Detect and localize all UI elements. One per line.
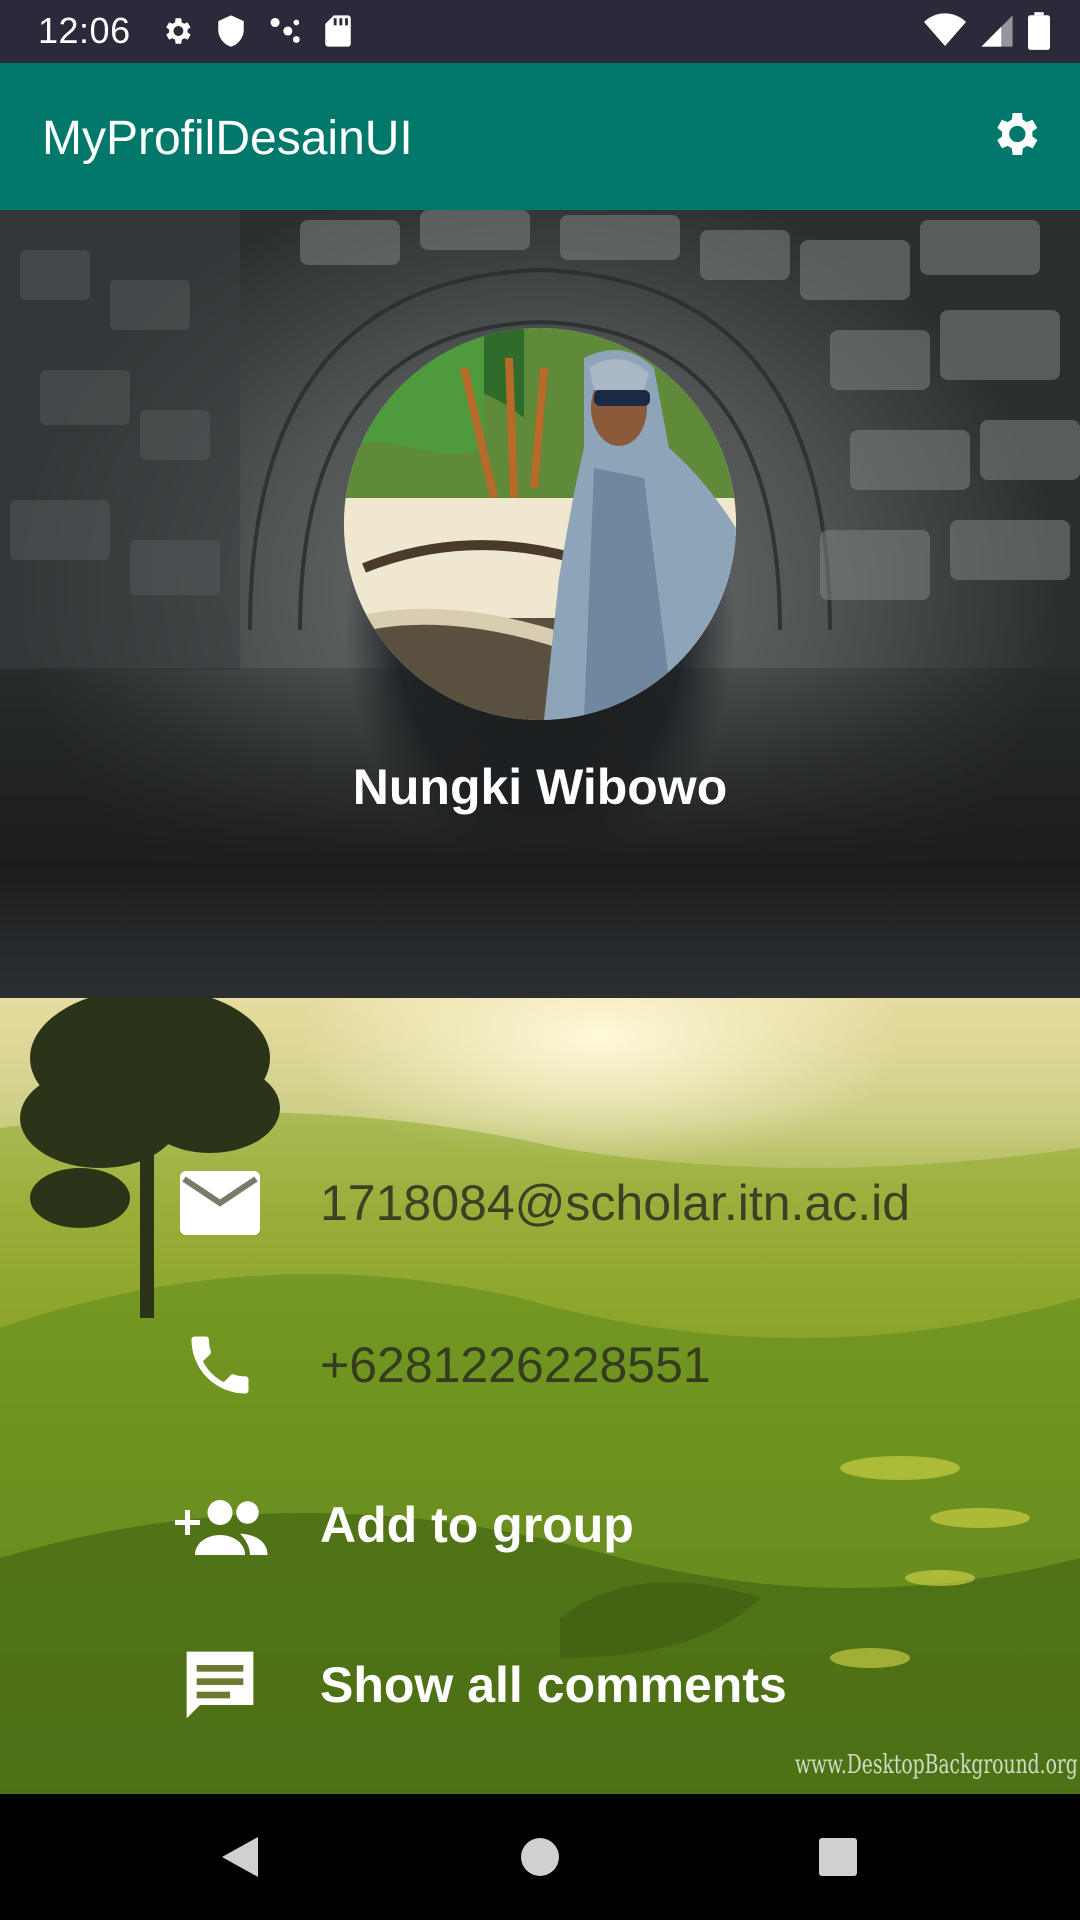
comment-icon [170, 1635, 270, 1735]
status-icons-right [924, 12, 1050, 55]
home-icon [520, 1837, 560, 1882]
show-comments-row[interactable]: Show all comments [170, 1630, 1050, 1740]
shield-icon [216, 14, 246, 53]
profile-name: Nungki Wibowo [352, 759, 728, 815]
wifi-icon [924, 13, 966, 54]
profile-details: 1718084@scholar.itn.ac.id +6281226228551… [0, 998, 1080, 1794]
app-title: MyProfilDesainUI [42, 112, 413, 165]
show-comments-label: Show all comments [320, 1657, 787, 1713]
recents-button[interactable] [803, 1824, 873, 1894]
app-bar: MyProfilDesainUI [0, 63, 1080, 210]
status-icons-left [160, 14, 352, 53]
recents-icon [818, 1837, 858, 1882]
settings-icon [987, 106, 1043, 167]
sd-card-icon [324, 14, 352, 53]
email-row[interactable]: 1718084@scholar.itn.ac.id [170, 1148, 1050, 1258]
phone-icon [170, 1315, 270, 1415]
add-to-group-row[interactable]: Add to group [170, 1470, 1050, 1580]
profile-header: Nungki Wibowo [0, 210, 1080, 998]
status-time: 12:06 [38, 10, 131, 51]
profile-avatar[interactable] [344, 328, 736, 720]
add-group-icon [170, 1475, 270, 1575]
phone-text[interactable]: +6281226228551 [320, 1336, 711, 1394]
navigation-bar [0, 1794, 1080, 1920]
home-button[interactable] [505, 1824, 575, 1894]
back-icon [218, 1833, 262, 1886]
battery-icon [1028, 12, 1050, 55]
phone-row[interactable]: +6281226228551 [170, 1310, 1050, 1420]
dots-icon [268, 14, 302, 53]
back-button[interactable] [205, 1824, 275, 1894]
add-to-group-label: Add to group [320, 1497, 634, 1553]
mail-icon [170, 1153, 270, 1253]
gear-icon [160, 14, 194, 53]
email-text[interactable]: 1718084@scholar.itn.ac.id [320, 1174, 910, 1232]
settings-button[interactable] [980, 101, 1050, 171]
cell-signal-icon [980, 13, 1014, 54]
status-bar: 12:06 [0, 0, 1080, 63]
watermark: www.DesktopBackground.org [795, 1750, 1078, 1780]
